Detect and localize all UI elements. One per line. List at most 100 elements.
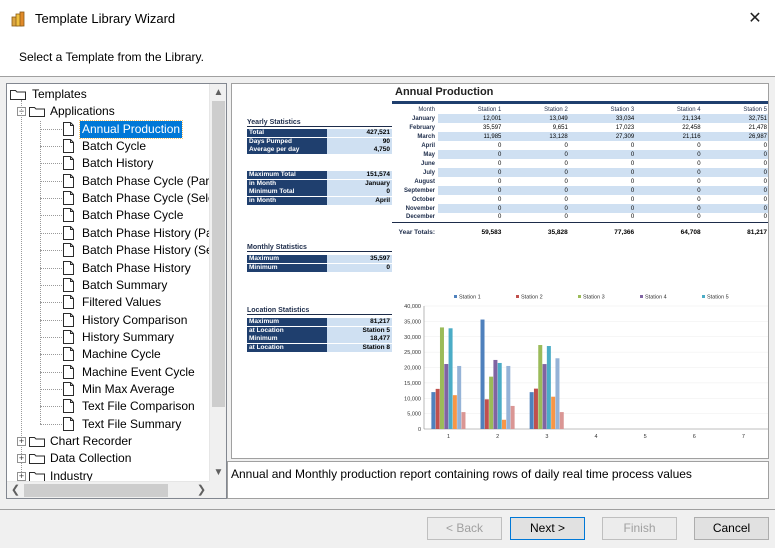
tree-item-template[interactable]: Annual Production xyxy=(63,119,210,139)
tree-folder[interactable]: Chart Recorder xyxy=(29,433,205,450)
stat-value: 4,750 xyxy=(327,146,392,154)
chart-bar xyxy=(457,365,462,429)
totals-cell: 77,366 xyxy=(570,221,638,236)
next-button[interactable]: Next > xyxy=(510,517,585,540)
tree-connector-line xyxy=(40,371,62,373)
tree-node-label: Batch Phase History xyxy=(82,260,191,275)
table-cell: 0 xyxy=(498,160,502,167)
table-cell: 0 xyxy=(570,168,638,177)
scroll-down-arrow-icon[interactable]: ▼ xyxy=(210,464,226,481)
monthly-production-table: Month Station 1 Station 2 Station 3 Station … xyxy=(392,105,768,236)
table-cell: 33,034 xyxy=(570,114,638,123)
tree-item-template[interactable]: Batch Phase Cycle (Para xyxy=(63,173,210,190)
tree-item-template[interactable]: Batch Phase Cycle (Sele xyxy=(63,190,210,207)
table-cell: 0 xyxy=(630,160,635,167)
table-cell: March xyxy=(417,133,435,140)
template-tree[interactable]: Templates − Applications Annual Production B… xyxy=(6,83,227,499)
table-cell: December xyxy=(405,214,435,221)
folder-icon xyxy=(29,471,45,481)
tree-item-template[interactable]: Batch Phase History (Sel xyxy=(63,242,210,259)
tree-item-template[interactable]: Batch Cycle xyxy=(63,138,210,155)
scroll-up-arrow-icon[interactable]: ▲ xyxy=(210,84,226,101)
table-cell: 0 xyxy=(498,142,502,149)
table-cell: 0 xyxy=(564,214,568,221)
wizard-button-bar: < Back Next > Finish Cancel xyxy=(0,510,775,548)
table-row: July 0 0 0 0 0 xyxy=(392,168,768,177)
horizontal-scroll-thumb[interactable] xyxy=(24,484,168,497)
tree-item-template[interactable]: Machine Event Cycle xyxy=(63,364,210,381)
y-tick-label: 20,000 xyxy=(404,366,421,372)
tree-item-template[interactable]: Machine Cycle xyxy=(63,346,210,363)
vertical-scroll-thumb[interactable] xyxy=(212,101,225,407)
table-row: April 0 0 0 0 0 xyxy=(392,141,768,150)
stat-label: Total xyxy=(247,129,327,137)
back-button[interactable]: < Back xyxy=(427,517,502,540)
tree-vertical-scrollbar[interactable]: ▲ ▼ xyxy=(209,84,226,481)
tree-item-template[interactable]: Batch History xyxy=(63,155,210,172)
tree-connector-line xyxy=(40,354,62,356)
table-cell: 0 xyxy=(763,178,767,185)
finish-button[interactable]: Finish xyxy=(602,517,677,540)
chart-bar xyxy=(448,328,453,429)
table-row: January 12,001 13,049 33,034 21,134 32,751 xyxy=(392,114,768,123)
table-cell: 35,597 xyxy=(483,124,502,131)
tree-item-template[interactable]: History Summary xyxy=(63,329,210,346)
folder-icon xyxy=(29,437,45,447)
tree-item-template[interactable]: Batch Summary xyxy=(63,277,210,294)
chart-bar xyxy=(439,327,444,429)
tree-node-label: Text File Comparison xyxy=(82,399,195,414)
tree-folder[interactable]: Industry xyxy=(29,468,205,481)
table-cell: 0 xyxy=(697,214,701,221)
table-cell: 0 xyxy=(438,168,505,177)
table-cell: January xyxy=(411,115,435,122)
wizard-header: Select a Template from the Library. xyxy=(0,36,775,76)
template-description: Annual and Monthly production report con… xyxy=(227,461,769,499)
tree-connector-line xyxy=(40,250,62,252)
tree-node-label: Batch Phase History (Sel xyxy=(82,243,210,258)
table-cell: 0 xyxy=(703,186,768,195)
tree-item-template[interactable]: Filtered Values xyxy=(63,294,210,311)
tree-connector-line xyxy=(40,388,62,390)
table-cell: 32,751 xyxy=(703,114,768,123)
tree-connector-line xyxy=(40,319,62,321)
stat-label: Minimum xyxy=(247,335,327,343)
stat-row: Maximum 81,217 xyxy=(247,318,392,326)
expand-toggle-icon[interactable]: + xyxy=(17,471,26,481)
title-bar: Template Library Wizard ✕ xyxy=(0,0,775,36)
chart-bar xyxy=(551,396,556,429)
tree-item-template[interactable]: Batch Phase History xyxy=(63,260,210,277)
expand-toggle-icon[interactable]: + xyxy=(17,437,26,446)
table-column-header: Station 1 xyxy=(477,106,502,113)
tree-horizontal-scrollbar[interactable]: ❮ ❯ xyxy=(7,481,210,498)
report-title: Annual Production xyxy=(395,86,494,98)
tree-folder[interactable]: Data Collection xyxy=(29,450,205,467)
x-tick-label: 1 xyxy=(447,434,450,440)
tree-item-template[interactable]: Batch Phase History (Par xyxy=(63,225,210,242)
tree-item-template[interactable]: History Comparison xyxy=(63,312,210,329)
scroll-left-arrow-icon[interactable]: ❮ xyxy=(7,482,24,498)
tree-item-template[interactable]: Batch Phase Cycle xyxy=(63,207,210,224)
y-tick-label: 30,000 xyxy=(404,335,421,341)
tree-node-label: Chart Recorder xyxy=(50,434,133,448)
table-cell: 0 xyxy=(703,150,768,159)
table-cell: September xyxy=(403,187,435,194)
close-button[interactable]: ✕ xyxy=(741,6,769,32)
table-cell: 12,001 xyxy=(438,114,505,123)
tree-item-template[interactable]: Text File Comparison xyxy=(63,398,210,415)
tree-item-template[interactable]: Min Max Average xyxy=(63,381,210,398)
tree-item-template[interactable]: Text File Summary xyxy=(63,416,210,433)
table-cell: 0 xyxy=(763,214,767,221)
table-cell: 17,023 xyxy=(615,124,635,131)
table-cell: 0 xyxy=(703,204,768,213)
table-cell: 0 xyxy=(498,214,502,221)
tree-folder-applications[interactable]: Applications xyxy=(29,103,205,120)
stat-row: at Location Station 8 xyxy=(247,343,392,352)
legend-label: Station 1 xyxy=(459,295,481,301)
tree-root-templates[interactable]: Templates xyxy=(10,86,205,103)
chart-bar xyxy=(533,388,538,429)
x-tick-label: 4 xyxy=(594,434,597,440)
table-cell: 0 xyxy=(630,142,635,149)
scroll-right-arrow-icon[interactable]: ❯ xyxy=(193,482,210,498)
cancel-button[interactable]: Cancel xyxy=(694,517,769,540)
expand-toggle-icon[interactable]: + xyxy=(17,454,26,464)
